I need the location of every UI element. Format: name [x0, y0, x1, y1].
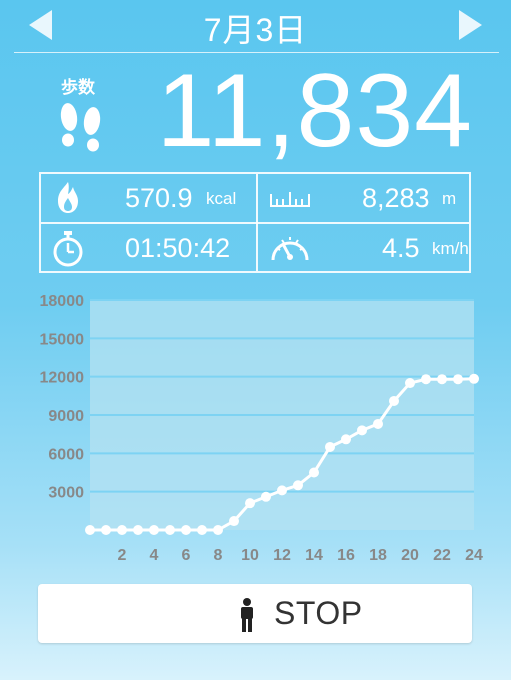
data-point [197, 525, 207, 535]
data-point [309, 467, 319, 478]
data-point [453, 374, 463, 385]
x-tick-label: 8 [214, 547, 223, 564]
data-point [165, 525, 175, 535]
data-point [325, 441, 335, 452]
y-tick-label: 15000 [40, 331, 85, 348]
date-title: 7月3日 [203, 12, 308, 48]
steps-label: 歩数 [61, 78, 95, 97]
data-point [437, 374, 447, 385]
data-point [181, 525, 191, 535]
x-tick-label: 14 [305, 547, 323, 564]
stop-label: STOP [274, 595, 363, 631]
x-tick-label: 20 [401, 547, 419, 564]
x-tick-label: 24 [465, 547, 483, 564]
distance-value: 8,283 [362, 183, 430, 213]
footprints-icon [56, 100, 106, 163]
time-cell: 01:50:42 [41, 224, 256, 272]
x-tick-label: 18 [369, 547, 387, 564]
calories-value: 570.9 [125, 183, 193, 213]
data-point [133, 525, 143, 535]
ruler-icon [268, 188, 312, 215]
data-point [117, 525, 127, 535]
data-point [101, 525, 111, 535]
stats-panel: 570.9 kcal 8,283 m 01:50:42 4.5 km/h [39, 172, 471, 273]
x-tick-label: 16 [337, 547, 355, 564]
data-point [293, 480, 303, 491]
steps-chart: 3000600090001200015000180002 4 6 8 10 12 14 16 1… [40, 293, 484, 564]
x-tick-label: 6 [182, 547, 191, 564]
chevron-right-icon[interactable] [459, 10, 482, 40]
x-tick-label: 10 [241, 547, 259, 564]
person-icon [238, 598, 256, 637]
data-point [469, 373, 479, 384]
y-tick-label: 6000 [48, 446, 84, 463]
time-value: 01:50:42 [125, 233, 231, 263]
calories-unit: kcal [206, 189, 237, 208]
speed-unit: km/h [432, 239, 469, 258]
distance-cell: 8,283 m [258, 174, 473, 222]
x-tick-label: 4 [150, 547, 159, 564]
x-tick-label: 22 [433, 547, 451, 564]
speed-value: 4.5 [382, 233, 420, 263]
data-point [341, 434, 351, 445]
data-point [389, 395, 399, 406]
x-tick-label: 12 [273, 547, 291, 564]
data-point [149, 525, 159, 535]
data-point [357, 425, 367, 436]
y-tick-label: 18000 [40, 293, 85, 310]
flame-icon [51, 180, 85, 221]
distance-unit: m [442, 189, 457, 208]
data-point [277, 485, 287, 496]
data-point [421, 374, 431, 385]
y-tick-label: 3000 [48, 485, 84, 502]
data-point [261, 491, 271, 502]
y-tick-label: 12000 [40, 370, 85, 387]
data-point [405, 378, 415, 389]
data-point [229, 516, 239, 527]
data-point [245, 498, 255, 509]
x-tick-label: 2 [118, 547, 127, 564]
stopwatch-icon [51, 230, 85, 273]
header: 7月3日 [0, 0, 511, 52]
data-point [213, 525, 223, 535]
speedometer-icon [268, 230, 312, 273]
speed-cell: 4.5 km/h [258, 224, 473, 272]
steps-value: 11,834 [156, 53, 473, 169]
data-point [85, 525, 95, 535]
calories-cell: 570.9 kcal [41, 174, 256, 222]
data-point [373, 418, 383, 429]
stop-button[interactable]: STOP [38, 584, 472, 643]
y-tick-label: 9000 [48, 408, 84, 425]
